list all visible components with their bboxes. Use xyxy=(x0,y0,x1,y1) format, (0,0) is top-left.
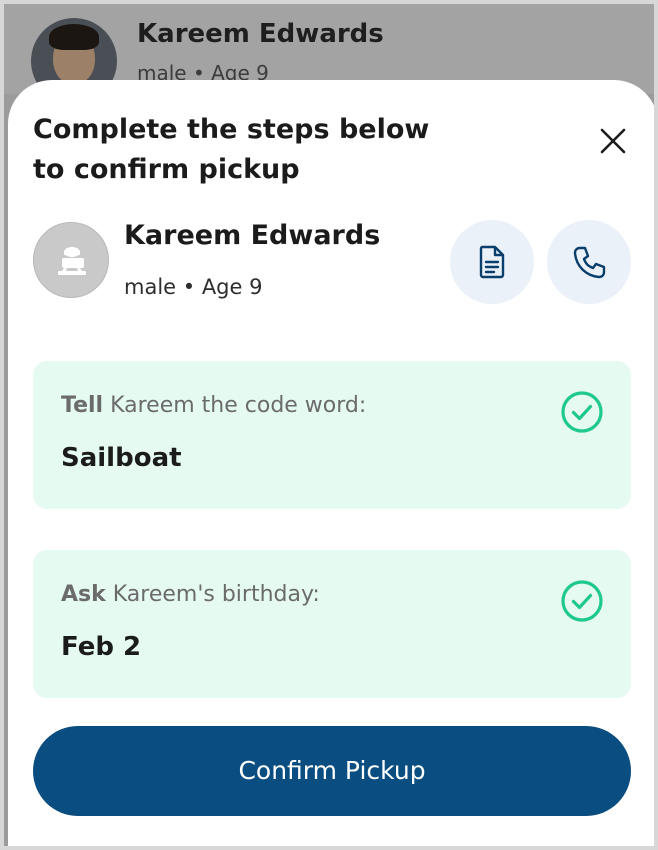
document-icon xyxy=(479,245,505,279)
step-answer: Feb 2 xyxy=(61,632,142,662)
phone-icon xyxy=(573,246,606,279)
step-card-birthday: Ask Kareem's birthday: Feb 2 xyxy=(33,550,631,698)
confirm-pickup-sheet: Complete the steps below to confirm pick… xyxy=(8,80,654,846)
confirm-pickup-button[interactable]: Confirm Pickup xyxy=(33,726,631,816)
background-child-name: Kareem Edwards xyxy=(137,19,384,49)
step-verb: Ask xyxy=(61,582,106,607)
document-button[interactable] xyxy=(450,220,534,304)
child-placeholder-icon xyxy=(58,247,86,275)
close-icon xyxy=(600,128,626,154)
step-prompt-text: Kareem's birthday: xyxy=(105,582,320,607)
step-prompt-text: Kareem the code word: xyxy=(103,393,367,418)
check-circle-icon xyxy=(561,391,603,433)
step-prompt: Ask Kareem's birthday: xyxy=(61,582,320,607)
sheet-title: Complete the steps below to confirm pick… xyxy=(33,114,430,185)
child-name: Kareem Edwards xyxy=(124,220,381,251)
call-button[interactable] xyxy=(547,220,631,304)
step-verb: Tell xyxy=(61,393,104,418)
child-avatar xyxy=(33,222,109,298)
check-circle-icon xyxy=(561,580,603,622)
step-answer: Sailboat xyxy=(61,443,182,473)
step-card-code-word: Tell Kareem the code word: Sailboat xyxy=(33,361,631,509)
close-button[interactable] xyxy=(596,124,630,158)
app-frame: Kareem Edwards male • Age 9 Complete the… xyxy=(0,0,658,850)
child-subtitle: male • Age 9 xyxy=(124,275,263,299)
step-prompt: Tell Kareem the code word: xyxy=(61,393,366,418)
